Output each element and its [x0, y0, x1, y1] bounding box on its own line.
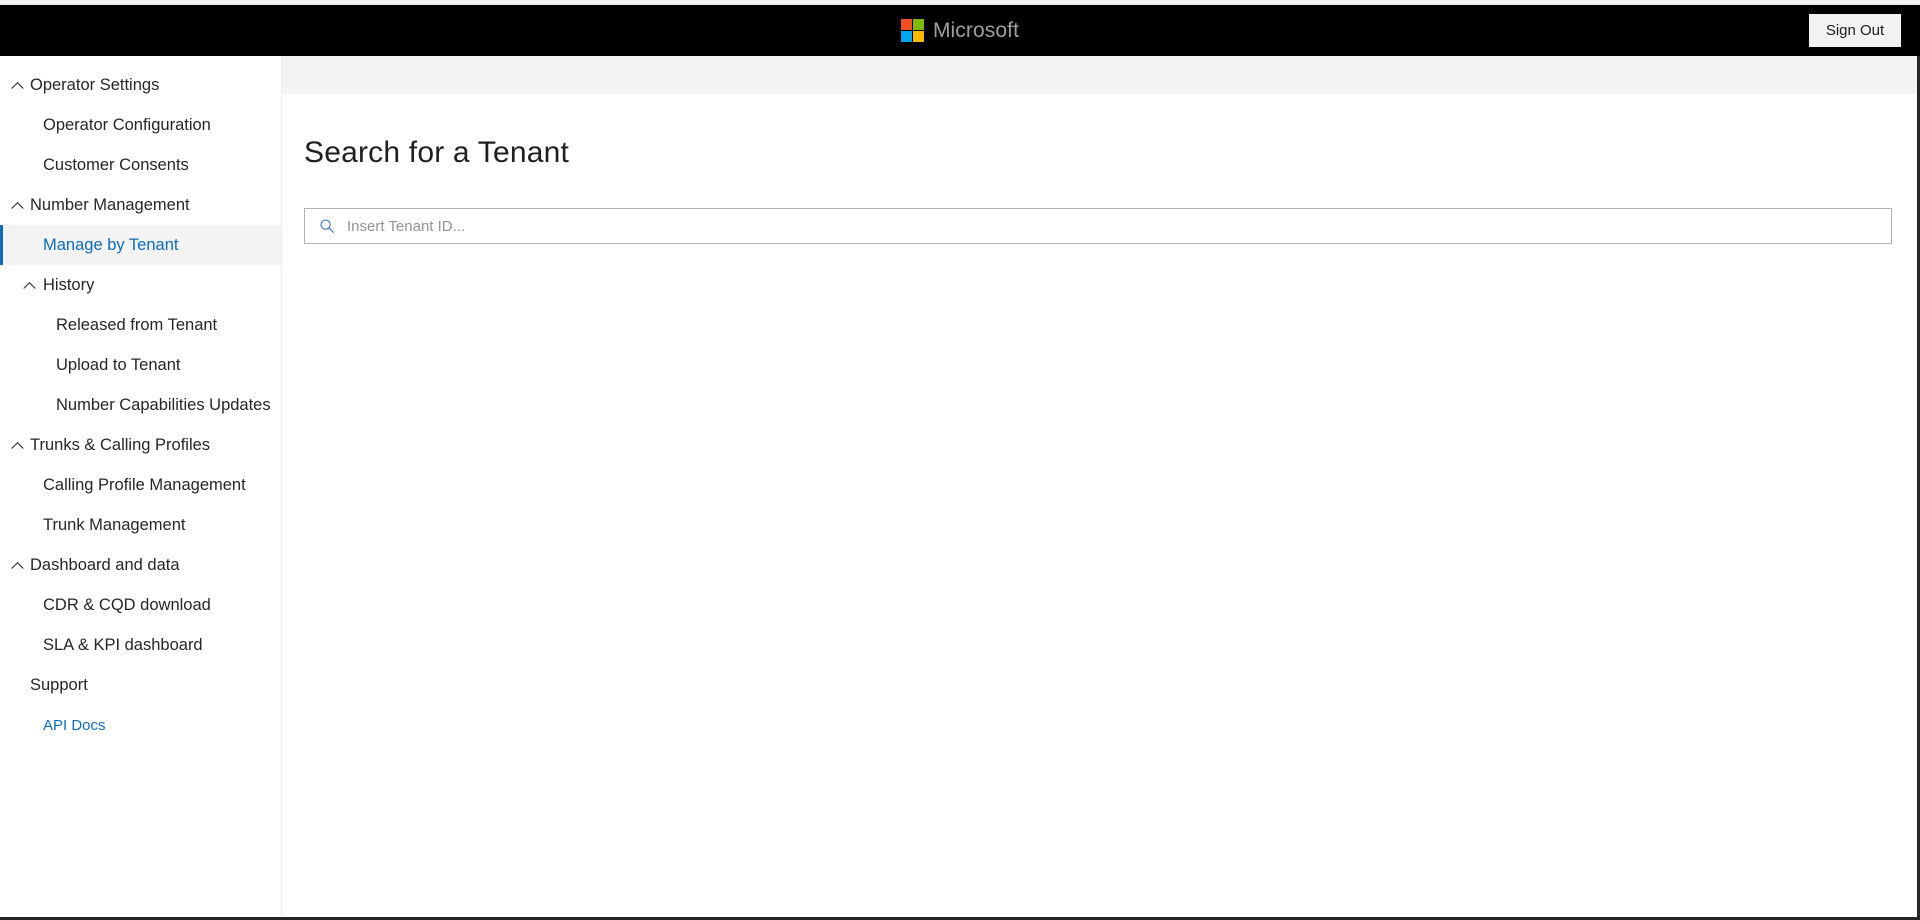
- chevron-up-icon[interactable]: [8, 196, 26, 214]
- sidebar-item-operator-configuration[interactable]: Operator Configuration: [0, 105, 281, 145]
- sidebar-item-label: History: [43, 275, 95, 294]
- sidebar-item-dashboard-and-data[interactable]: Dashboard and data: [0, 545, 281, 585]
- sidebar-item-label: SLA & KPI dashboard: [43, 635, 203, 654]
- sidebar-item-api-docs[interactable]: API Docs: [0, 705, 281, 745]
- chevron-up-icon[interactable]: [8, 76, 26, 94]
- brand-name: Microsoft: [932, 19, 1020, 42]
- brand: Microsoft: [900, 19, 1020, 42]
- sidebar-item-upload-to-tenant[interactable]: Upload to Tenant: [0, 345, 281, 385]
- sidebar-item-customer-consents[interactable]: Customer Consents: [0, 145, 281, 185]
- sidebar-item-number-capabilities-updates[interactable]: Number Capabilities Updates: [0, 385, 281, 425]
- sidebar-item-label: Manage by Tenant: [43, 235, 179, 254]
- chevron-up-icon[interactable]: [20, 276, 38, 294]
- sidebar-item-label: Dashboard and data: [30, 555, 180, 574]
- chevron-up-icon[interactable]: [8, 556, 26, 574]
- sidebar-item-label: Operator Settings: [30, 75, 160, 94]
- sidebar-item-trunk-management[interactable]: Trunk Management: [0, 505, 281, 545]
- sidebar-item-trunks-and-calling-profiles[interactable]: Trunks & Calling Profiles: [0, 425, 281, 465]
- sidebar-item-label: Upload to Tenant: [56, 355, 181, 374]
- sidebar-item-history[interactable]: History: [0, 265, 281, 305]
- sidebar-item-label: Trunks & Calling Profiles: [30, 435, 211, 454]
- main-content: Search for a Tenant: [282, 56, 1917, 917]
- sidebar-item-released-from-tenant[interactable]: Released from Tenant: [0, 305, 281, 345]
- command-bar: [282, 56, 1917, 94]
- sidebar-navigation: Operator Settings Operator Configuration C…: [0, 56, 282, 917]
- page-body: Operator Settings Operator Configuration C…: [0, 56, 1920, 920]
- sidebar-item-label: Released from Tenant: [56, 315, 218, 334]
- sidebar-item-label: CDR & CQD download: [43, 595, 211, 614]
- app-header: Microsoft Sign Out: [0, 5, 1920, 56]
- sign-out-button[interactable]: Sign Out: [1809, 14, 1901, 47]
- logo-square-blue: [900, 31, 912, 42]
- page-title: Search for a Tenant: [304, 136, 570, 169]
- sidebar-item-calling-profile-management[interactable]: Calling Profile Management: [0, 465, 281, 505]
- sidebar-item-number-management[interactable]: Number Management: [0, 185, 281, 225]
- microsoft-logo-icon: [900, 19, 924, 42]
- sidebar-item-label: Number Capabilities Updates: [56, 395, 271, 414]
- sidebar-item-operator-settings[interactable]: Operator Settings: [0, 65, 281, 105]
- sidebar-item-label: Customer Consents: [43, 155, 189, 174]
- search-icon: [317, 216, 337, 236]
- sidebar-item-label: API Docs: [43, 716, 106, 734]
- operator-portal-page: Microsoft Sign Out Operator Settings Oper…: [0, 0, 1920, 920]
- logo-square-red: [900, 19, 912, 30]
- sidebar-item-support[interactable]: Support: [0, 665, 281, 705]
- tenant-id-search-input[interactable]: [347, 217, 1881, 235]
- chevron-up-icon[interactable]: [8, 436, 26, 454]
- sidebar-item-label: Support: [30, 675, 88, 694]
- sidebar-item-cdr-and-cqd-download[interactable]: CDR & CQD download: [0, 585, 281, 625]
- sidebar-item-label: Operator Configuration: [43, 115, 211, 134]
- logo-square-yellow: [912, 31, 924, 42]
- sidebar-item-label: Trunk Management: [43, 515, 186, 534]
- sidebar-item-sla-and-kpi-dashboard[interactable]: SLA & KPI dashboard: [0, 625, 281, 665]
- tenant-search-box[interactable]: [304, 208, 1892, 244]
- sidebar-item-label: Calling Profile Management: [43, 475, 246, 494]
- logo-square-green: [912, 19, 924, 30]
- sidebar-item-label: Number Management: [30, 195, 190, 214]
- content-area: Search for a Tenant: [282, 94, 1917, 917]
- sidebar-item-manage-by-tenant[interactable]: Manage by Tenant: [0, 225, 281, 265]
